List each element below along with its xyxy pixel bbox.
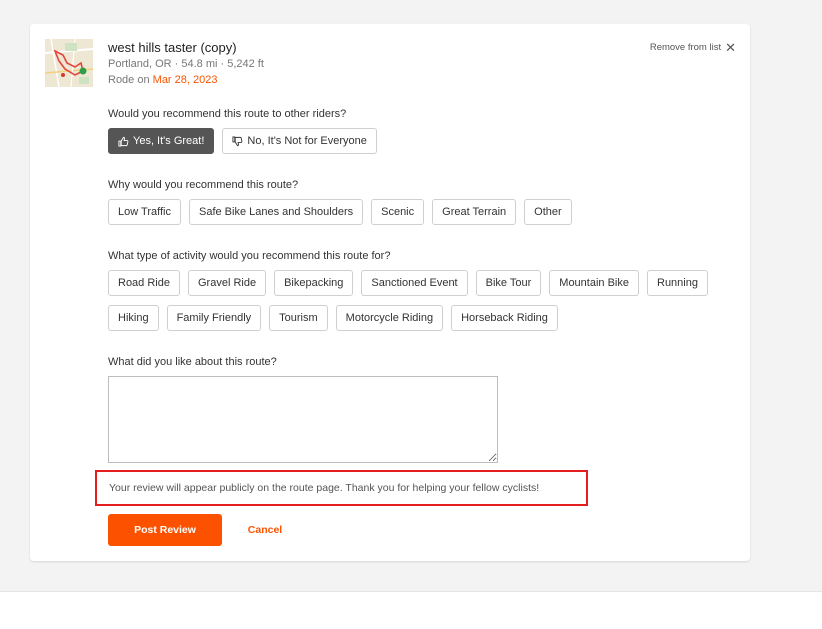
review-comment-textarea[interactable] [108, 376, 498, 463]
cancel-button[interactable]: Cancel [243, 514, 287, 546]
reason-chip-great-terrain[interactable]: Great Terrain [432, 199, 517, 225]
reasons-options: Low Traffic Safe Bike Lanes and Shoulder… [108, 199, 572, 225]
activity-chip-horseback-riding[interactable]: Horseback Riding [451, 305, 558, 331]
activity-chip-hiking[interactable]: Hiking [108, 305, 159, 331]
remove-from-list-label: Remove from list [649, 42, 722, 53]
activity-options-row-1: Road Ride Gravel Ride Bikepacking Sancti… [108, 270, 708, 296]
activity-chip-motorcycle-riding[interactable]: Motorcycle Riding [335, 305, 444, 331]
reason-chip-safe-bike-lanes[interactable]: Safe Bike Lanes and Shoulders [189, 199, 364, 225]
rode-prefix: Rode on [108, 74, 153, 86]
rode-date-link[interactable]: Mar 28, 2023 [153, 74, 218, 86]
recommend-yes-label: Yes, It's Great! [133, 135, 205, 147]
thumbs-up-icon [118, 136, 129, 147]
activity-chip-gravel-ride[interactable]: Gravel Ride [187, 270, 267, 296]
reason-chip-scenic[interactable]: Scenic [371, 199, 425, 225]
close-icon: ✕ [725, 40, 736, 55]
activity-question: What type of activity would you recommen… [108, 250, 391, 262]
remove-from-list-button[interactable]: Remove from list ✕ [650, 41, 736, 54]
route-title[interactable]: west hills taster (copy) [108, 40, 237, 55]
activity-chip-tourism[interactable]: Tourism [269, 305, 328, 331]
reason-chip-other[interactable]: Other [524, 199, 572, 225]
activity-chip-sanctioned-event[interactable]: Sanctioned Event [361, 270, 468, 296]
thumbs-down-icon [232, 135, 243, 146]
route-meta: Portland, OR · 54.8 mi · 5,242 ft [108, 58, 264, 70]
comment-question: What did you like about this route? [108, 356, 277, 368]
activity-chip-mountain-bike[interactable]: Mountain Bike [549, 270, 639, 296]
route-rode-date: Rode on Mar 28, 2023 [108, 74, 217, 86]
activity-chip-bikepacking[interactable]: Bikepacking [274, 270, 354, 296]
activity-chip-family-friendly[interactable]: Family Friendly [166, 305, 262, 331]
recommend-no-button[interactable]: No, It's Not for Everyone [222, 128, 377, 154]
reason-chip-low-traffic[interactable]: Low Traffic [108, 199, 181, 225]
activity-chip-running[interactable]: Running [647, 270, 708, 296]
recommend-yes-button[interactable]: Yes, It's Great! [108, 128, 215, 154]
activity-chip-road-ride[interactable]: Road Ride [108, 270, 180, 296]
activity-options-row-2: Hiking Family Friendly Tourism Motorcycl… [108, 305, 558, 331]
route-review-card: west hills taster (copy) Portland, OR · … [30, 24, 750, 561]
reasons-question: Why would you recommend this route? [108, 179, 299, 191]
recommend-options: Yes, It's Great! No, It's Not for Everyo… [108, 128, 377, 154]
page-footer-area [0, 591, 822, 629]
activity-chip-bike-tour[interactable]: Bike Tour [475, 270, 542, 296]
route-map-thumbnail[interactable] [45, 39, 93, 87]
recommend-no-label: No, It's Not for Everyone [247, 135, 367, 147]
public-review-notice: Your review will appear publicly on the … [95, 470, 588, 506]
recommend-question: Would you recommend this route to other … [108, 108, 347, 120]
post-review-button[interactable]: Post Review [108, 514, 222, 546]
